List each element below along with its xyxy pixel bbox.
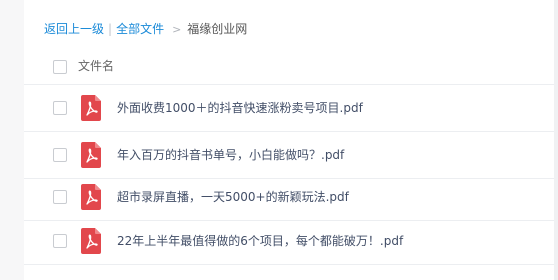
file-checkbox[interactable] bbox=[53, 190, 67, 204]
file-checkbox[interactable] bbox=[53, 101, 67, 115]
file-row[interactable]: 超市录屏直播，一天5000+的新颖玩法.pdf bbox=[24, 174, 558, 221]
current-folder-label: 福缘创业网 bbox=[187, 22, 248, 36]
file-name[interactable]: 外面收费1000＋的抖音快速涨粉卖号项目.pdf bbox=[117, 99, 363, 117]
pdf-file-icon bbox=[81, 95, 101, 121]
pdf-file-icon bbox=[81, 228, 101, 254]
breadcrumb-arrow-icon: > bbox=[172, 23, 182, 36]
file-name[interactable]: 22年上半年最值得做的6个项目，每个都能破万！.pdf bbox=[117, 232, 403, 250]
file-name[interactable]: 年入百万的抖音书单号，小白能做吗？.pdf bbox=[117, 146, 344, 164]
file-checkbox[interactable] bbox=[53, 148, 67, 162]
breadcrumb-separator: | bbox=[108, 22, 113, 36]
pdf-file-icon bbox=[81, 184, 101, 210]
filename-column-header[interactable]: 文件名 bbox=[78, 57, 114, 75]
scrollbar-track[interactable] bbox=[554, 0, 558, 280]
list-header: 文件名 bbox=[24, 48, 558, 85]
file-name[interactable]: 超市录屏直播，一天5000+的新颖玩法.pdf bbox=[117, 188, 349, 206]
select-all-checkbox[interactable] bbox=[53, 60, 67, 74]
all-files-link[interactable]: 全部文件 bbox=[116, 22, 164, 36]
file-row[interactable]: 22年上半年最值得做的6个项目，每个都能破万！.pdf bbox=[24, 218, 558, 265]
file-list-panel: 返回上一级 | 全部文件 > 福缘创业网 文件名 外面收费1000＋的抖音快速涨粉卖号项… bbox=[24, 0, 558, 280]
file-row[interactable]: 外面收费1000＋的抖音快速涨粉卖号项目.pdf bbox=[24, 85, 558, 132]
file-row[interactable]: 年入百万的抖音书单号，小白能做吗？.pdf bbox=[24, 132, 558, 179]
file-checkbox[interactable] bbox=[53, 234, 67, 248]
back-link[interactable]: 返回上一级 bbox=[44, 22, 104, 36]
pdf-file-icon bbox=[81, 142, 101, 168]
breadcrumb: 返回上一级 | 全部文件 > 福缘创业网 bbox=[44, 20, 247, 38]
